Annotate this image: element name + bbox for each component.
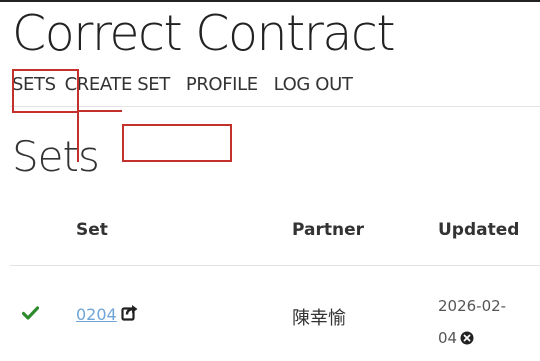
set-link[interactable]: 0204 [76, 305, 117, 324]
app-title: Correct Contract [12, 5, 396, 62]
nav-divider [10, 106, 540, 107]
column-header-updated: Updated [438, 220, 520, 240]
column-header-partner: Partner [292, 220, 365, 240]
main-nav: SETS CREATE SET PROFILE LOG OUT [12, 72, 368, 96]
column-header-set: Set [76, 220, 108, 240]
share-icon[interactable] [121, 304, 138, 321]
table-header-divider [10, 265, 540, 266]
nav-log-out[interactable]: LOG OUT [274, 74, 353, 95]
updated-date-line1: 2026-02- [438, 297, 507, 315]
nav-profile[interactable]: PROFILE [186, 74, 258, 95]
partner-name: 陳幸愉 [292, 308, 346, 329]
highlight-connector-horizontal [77, 110, 122, 112]
top-rule [0, 0, 540, 2]
nav-create-set[interactable]: CREATE SET [65, 74, 171, 95]
highlight-box-empty [122, 124, 232, 162]
updated-date-line2: 04 [438, 329, 458, 347]
page-title: Sets [12, 132, 100, 181]
check-icon [22, 306, 39, 320]
remove-icon[interactable] [460, 331, 474, 345]
nav-sets[interactable]: SETS [12, 74, 56, 95]
updated-date: 2026-02- 04 [438, 290, 533, 354]
